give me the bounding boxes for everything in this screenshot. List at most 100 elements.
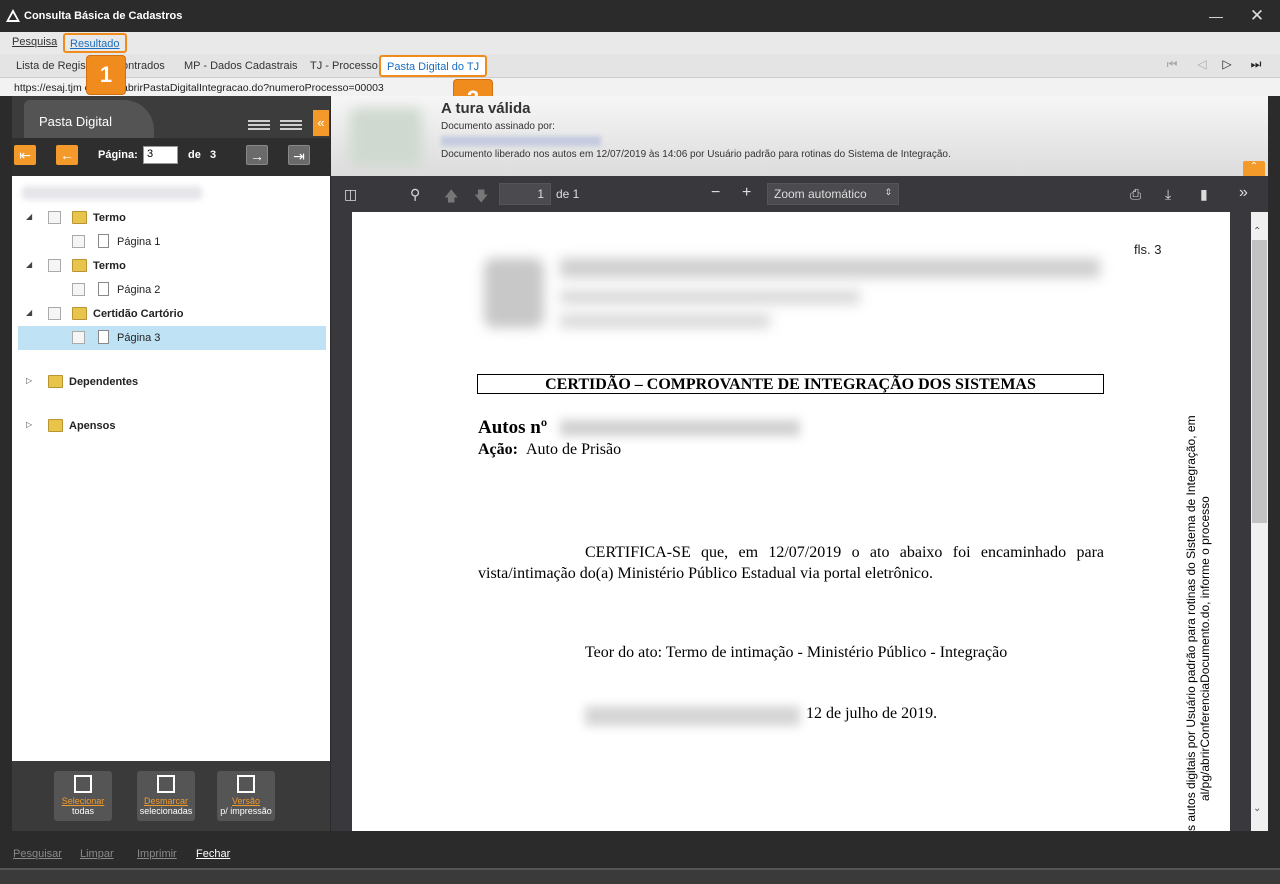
next-page-icon[interactable]: → <box>246 145 268 165</box>
tree-item-dependentes[interactable]: ▷ Dependentes <box>18 370 326 394</box>
prev-page-icon[interactable]: 🡅 <box>444 186 458 210</box>
scroll-up-icon[interactable]: ⌃ <box>1253 226 1261 237</box>
menu-pesquisa[interactable]: Pesquisa <box>12 36 57 48</box>
tree-item-label: Página 3 <box>117 332 161 344</box>
next-page-icon[interactable]: 🡇 <box>474 186 488 210</box>
page-icon <box>98 234 109 248</box>
footer-bar <box>0 842 1280 868</box>
tree-item-pagina-2[interactable]: Página 2 <box>18 278 326 302</box>
sidebar-toggle-icon[interactable]: ◫ <box>344 186 357 203</box>
tab-lista-registros[interactable]: Lista de Regis <box>16 60 86 72</box>
app-logo-icon <box>6 9 20 22</box>
document-date: 12 de julho de 2019. <box>806 705 938 722</box>
prev-page-icon[interactable]: ← <box>56 145 78 165</box>
redacted-header <box>560 258 1100 278</box>
checkbox[interactable] <box>72 331 85 344</box>
first-page-icon[interactable]: ⇤ <box>14 145 36 165</box>
step-badge-1: 1 <box>87 56 125 94</box>
imprimir-button[interactable]: Imprimir <box>137 848 177 860</box>
zoom-select[interactable]: Zoom automático ⇕ <box>767 183 899 205</box>
more-tools-icon[interactable]: » <box>1239 184 1248 202</box>
page-icon <box>98 330 109 344</box>
redacted-header <box>560 290 860 304</box>
first-record-icon[interactable]: ⏮ <box>1162 57 1182 75</box>
tree-item-termo[interactable]: ◢ Termo <box>18 206 326 230</box>
bookmark-icon[interactable]: ▮ <box>1200 186 1208 203</box>
unselect-button[interactable]: Desmarcar selecionadas <box>137 771 195 821</box>
prev-record-icon[interactable]: ◁ <box>1192 57 1212 75</box>
collapsed-icon[interactable]: ▷ <box>26 420 32 429</box>
page-total: 3 <box>210 149 217 161</box>
tree-item-apensos[interactable]: ▷ Apensos <box>18 414 326 438</box>
scrollbar-thumb[interactable] <box>1252 240 1267 523</box>
expand-icon[interactable]: ◢ <box>26 260 32 269</box>
print-version-button[interactable]: Versão p/ impressão <box>217 771 275 821</box>
select-all-button[interactable]: Selecionar todas <box>54 771 112 821</box>
pasta-digital-tab[interactable]: Pasta Digital <box>24 100 154 138</box>
tree-item-pagina-3[interactable]: Página 3 <box>18 326 326 350</box>
tab-tj-processo[interactable]: TJ - Processo <box>310 60 378 72</box>
zoom-in-icon[interactable]: + <box>742 184 751 202</box>
tree-item-certidao-cartorio[interactable]: ◢ Certidão Cartório <box>18 302 326 326</box>
redacted-case-number <box>560 420 800 436</box>
expand-icon[interactable]: ◢ <box>26 212 32 221</box>
collapse-header-icon[interactable]: ⌃ <box>1243 161 1265 177</box>
redacted-signer <box>441 136 601 146</box>
signed-by-label: Documento assinado por: <box>441 121 555 132</box>
checkbox[interactable] <box>48 259 61 272</box>
folder-icon <box>48 419 63 432</box>
tree-item-label: Apensos <box>69 420 116 432</box>
act-content: Teor do ato: Termo de intimação - Minist… <box>585 644 1008 661</box>
signature-status: A tura válida <box>441 100 531 117</box>
pdf-page-input[interactable]: 1 <box>499 183 551 205</box>
fechar-button[interactable]: Fechar <box>196 848 230 860</box>
status-bar <box>0 868 1280 884</box>
page-number-input[interactable]: 3 <box>143 146 178 164</box>
url-bar: https://esaj.tjm cpopg5/abrirPastaDigita… <box>0 78 1280 96</box>
tree-item-termo[interactable]: ◢ Termo <box>18 254 326 278</box>
checkbox[interactable] <box>72 283 85 296</box>
limpar-button[interactable]: Limpar <box>80 848 114 860</box>
signature-info: Documento liberado nos autos em 12/07/20… <box>441 149 951 160</box>
tree-item-pagina-1[interactable]: Página 1 <box>18 230 326 254</box>
collapse-panel-icon[interactable]: « <box>313 110 329 136</box>
signature-seal-icon <box>350 108 422 166</box>
checkbox[interactable] <box>48 307 61 320</box>
printer-icon <box>237 775 255 793</box>
last-record-icon[interactable]: ⏭ <box>1246 57 1266 75</box>
list-view-icon[interactable] <box>248 120 270 134</box>
tab-pasta-digital[interactable]: Pasta Digital do TJ <box>379 55 488 77</box>
menu-resultado[interactable]: Resultado <box>63 33 127 53</box>
tab-mp-dados-cadastrais[interactable]: MP - Dados Cadastrais <box>184 60 298 72</box>
certificate-title: CERTIDÃO – COMPROVANTE DE INTEGRAÇÃO DOS… <box>477 374 1104 394</box>
last-page-icon[interactable]: ⇥ <box>288 145 310 165</box>
download-icon[interactable]: ⤓ <box>1165 186 1171 203</box>
checkbox[interactable] <box>72 235 85 248</box>
next-record-icon[interactable]: ▷ <box>1217 57 1237 75</box>
side-verification-text: s autos digitais por Usuário padrão para… <box>1184 415 1212 831</box>
pesquisar-button[interactable]: Pesquisar <box>13 848 62 860</box>
pdf-page-count: de 1 <box>556 187 580 201</box>
redacted-process-number <box>22 186 202 200</box>
select-arrows-icon: ⇕ <box>884 187 892 197</box>
zoom-out-icon[interactable]: − <box>711 184 720 202</box>
checkbox-checked-icon <box>74 775 92 793</box>
scroll-down-icon[interactable]: ⌄ <box>1253 803 1261 814</box>
checkbox[interactable] <box>48 211 61 224</box>
print-icon[interactable]: ⎙ <box>1130 186 1141 203</box>
collapsed-icon[interactable]: ▷ <box>26 376 32 385</box>
expand-icon[interactable]: ◢ <box>26 308 32 317</box>
tree-item-label: Certidão Cartório <box>93 308 184 320</box>
detail-view-icon[interactable] <box>280 120 302 134</box>
title-bar: Consulta Básica de Cadastros — ✕ <box>0 0 1280 32</box>
tree-item-label: Termo <box>93 260 126 272</box>
court-logo <box>484 258 544 328</box>
redacted-location <box>585 706 800 726</box>
minimize-button[interactable]: — <box>1206 8 1226 24</box>
autos-label: Autos nº <box>478 417 548 438</box>
tab-encontrados[interactable]: ontrados <box>122 60 165 72</box>
checkbox-remove-icon <box>157 775 175 793</box>
close-icon[interactable]: ✕ <box>1246 6 1268 26</box>
menu-bar: Pesquisa Resultado <box>0 32 1280 54</box>
search-icon[interactable]: ⚲ <box>410 186 420 203</box>
